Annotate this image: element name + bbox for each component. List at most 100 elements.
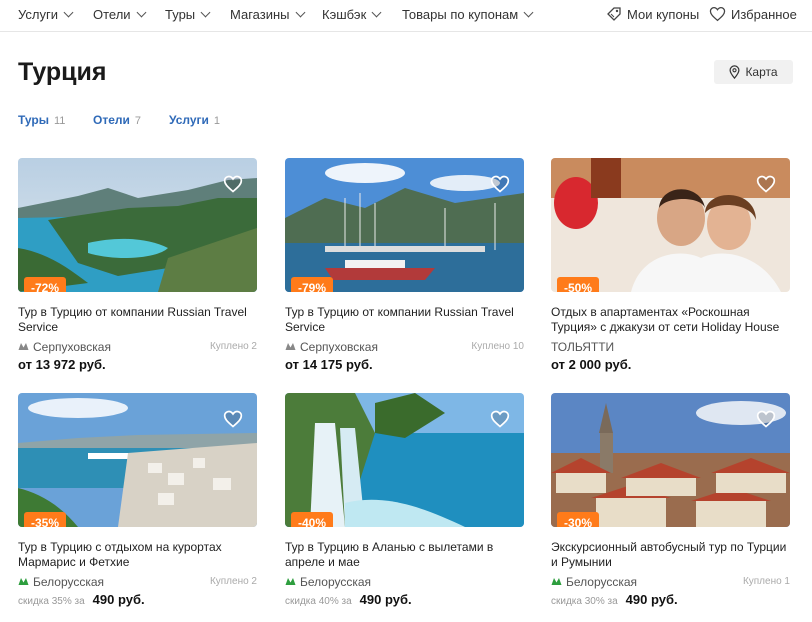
heart-icon[interactable]: [490, 409, 510, 429]
harbor-photo: [285, 158, 524, 292]
favorites-label: Избранное: [731, 6, 797, 22]
chevron-down-icon: [371, 7, 382, 18]
bought-count: Куплено 2: [209, 576, 257, 587]
deal-card[interactable]: -79% Тур в Турцию от компании Russian Tr…: [285, 158, 524, 372]
chevron-down-icon: [136, 7, 147, 18]
metro-icon: [285, 578, 296, 585]
nav-label: Магазины: [230, 7, 290, 22]
metro-icon: [551, 578, 562, 585]
tab-label: Отели: [93, 113, 130, 127]
bought-count: Куплено 1: [742, 576, 790, 587]
location-label: Белорусская: [33, 574, 105, 589]
deal-card[interactable]: -72% Тур в Турцию от компании Russian Tr…: [18, 158, 257, 372]
tab-hotels[interactable]: Отели 7: [93, 113, 141, 127]
deal-image[interactable]: -30%: [551, 393, 790, 527]
metro-location: Серпуховская: [285, 340, 378, 354]
map-button[interactable]: Карта: [714, 60, 793, 84]
top-nav: Услуги Отели Туры Магазины Кэшбэк Товары…: [0, 0, 812, 32]
price-note: скидка 30% за: [551, 596, 618, 607]
deal-price: от 14 175 руб.: [285, 357, 373, 372]
deal-price: 490 руб.: [92, 592, 145, 607]
deal-price-row: скидка 40% за 490 руб.: [285, 592, 524, 607]
tab-count: 11: [53, 115, 66, 127]
bought-count: Куплено 2: [209, 341, 257, 352]
heart-icon: [709, 6, 726, 22]
nav-label: Кэшбэк: [322, 7, 367, 22]
discount-badge: -79%: [291, 277, 334, 292]
coast-town-photo: [18, 393, 257, 527]
deal-meta: Белорусская Куплено 1: [551, 574, 790, 589]
metro-location: Белорусская: [551, 575, 637, 589]
tab-label: Услуги: [169, 113, 209, 127]
deal-title[interactable]: Тур в Турцию с отдыхом на курортах Марма…: [18, 540, 257, 570]
map-pin-icon: [729, 65, 740, 79]
map-button-label: Карта: [745, 65, 778, 79]
heart-icon[interactable]: [490, 174, 510, 194]
price-note: скидка 35% за: [18, 596, 85, 607]
discount-badge: -50%: [557, 277, 600, 292]
nav-item-tours[interactable]: Туры: [165, 7, 211, 22]
deal-card[interactable]: -35% Тур в Турцию с отдыхом на курортах …: [18, 393, 257, 607]
deal-image[interactable]: -50%: [551, 158, 790, 292]
metro-icon: [285, 343, 296, 350]
deal-price: от 13 972 руб.: [18, 357, 106, 372]
deal-image[interactable]: -72%: [18, 158, 257, 292]
chevron-down-icon: [295, 7, 305, 18]
nav-item-cashback[interactable]: Кэшбэк: [322, 7, 382, 22]
favorites-link[interactable]: Избранное: [709, 6, 797, 22]
deal-meta: Белорусская: [285, 574, 524, 589]
old-town-photo: [551, 393, 790, 527]
nav-item-coupon-goods[interactable]: Товары по купонам: [402, 7, 534, 22]
metro-location: Белорусская: [285, 575, 371, 589]
chevron-down-icon: [63, 7, 74, 18]
nav-label: Туры: [165, 7, 196, 22]
nav-label: Услуги: [18, 7, 58, 22]
chevron-down-icon: [200, 7, 211, 18]
metro-icon: [18, 343, 29, 350]
deal-image[interactable]: -40%: [285, 393, 524, 527]
bought-count: Куплено 10: [471, 341, 524, 352]
deal-price-row: скидка 30% за 490 руб.: [551, 592, 790, 607]
location-label: Серпуховская: [300, 339, 378, 354]
nav-label: Товары по купонам: [402, 7, 519, 22]
metro-location: Белорусская: [18, 575, 104, 589]
metro-icon: [18, 578, 29, 585]
deal-title[interactable]: Тур в Турцию от компании Russian Travel …: [18, 305, 257, 335]
waterfall-photo: [285, 393, 524, 527]
tab-services[interactable]: Услуги 1: [169, 113, 220, 127]
deal-meta: Серпуховская Куплено 2: [18, 339, 257, 354]
heart-icon[interactable]: [223, 174, 243, 194]
nav-item-shops[interactable]: Магазины: [230, 7, 305, 22]
city-location: ТОЛЬЯТТИ: [551, 340, 614, 354]
deal-card[interactable]: -50% Отдых в апартаментах «Роскошная Тур…: [551, 158, 790, 372]
tab-count: 7: [134, 115, 142, 127]
deal-image[interactable]: -79%: [285, 158, 524, 292]
nav-label: Отели: [93, 7, 131, 22]
my-coupons-label: Мои купоны: [627, 6, 700, 22]
heart-icon[interactable]: [756, 409, 776, 429]
tab-label: Туры: [18, 113, 49, 127]
deal-price: 490 руб.: [625, 592, 678, 607]
deal-card[interactable]: -30% Экскурсионный автобусный тур по Тур…: [551, 393, 790, 607]
deal-card[interactable]: -40% Тур в Турцию в Аланью с вылетами в …: [285, 393, 524, 607]
deal-title[interactable]: Отдых в апартаментах «Роскошная Турция» …: [551, 305, 790, 335]
location-label: Серпуховская: [33, 339, 111, 354]
location-label: Белорусская: [566, 574, 638, 589]
coupon-tag-icon: [607, 7, 621, 21]
deal-title[interactable]: Тур в Турцию от компании Russian Travel …: [285, 305, 524, 335]
my-coupons-link[interactable]: Мои купоны: [606, 6, 699, 22]
tab-tours[interactable]: Туры 11: [18, 113, 65, 127]
nav-item-hotels[interactable]: Отели: [93, 7, 147, 22]
chevron-down-icon: [523, 7, 534, 18]
nav-item-services[interactable]: Услуги: [18, 7, 74, 22]
tab-count: 1: [213, 115, 221, 127]
heart-icon[interactable]: [223, 409, 243, 429]
page-title: Турция: [18, 58, 107, 86]
deal-image[interactable]: -35%: [18, 393, 257, 527]
deal-title[interactable]: Экскурсионный автобусный тур по Турции и…: [551, 540, 790, 570]
heart-icon[interactable]: [756, 174, 776, 194]
deal-title[interactable]: Тур в Турцию в Аланью с вылетами в апрел…: [285, 540, 524, 570]
discount-badge: -40%: [291, 512, 334, 527]
deal-meta: Белорусская Куплено 2: [18, 574, 257, 589]
deal-price: от 2 000 руб.: [551, 357, 632, 372]
